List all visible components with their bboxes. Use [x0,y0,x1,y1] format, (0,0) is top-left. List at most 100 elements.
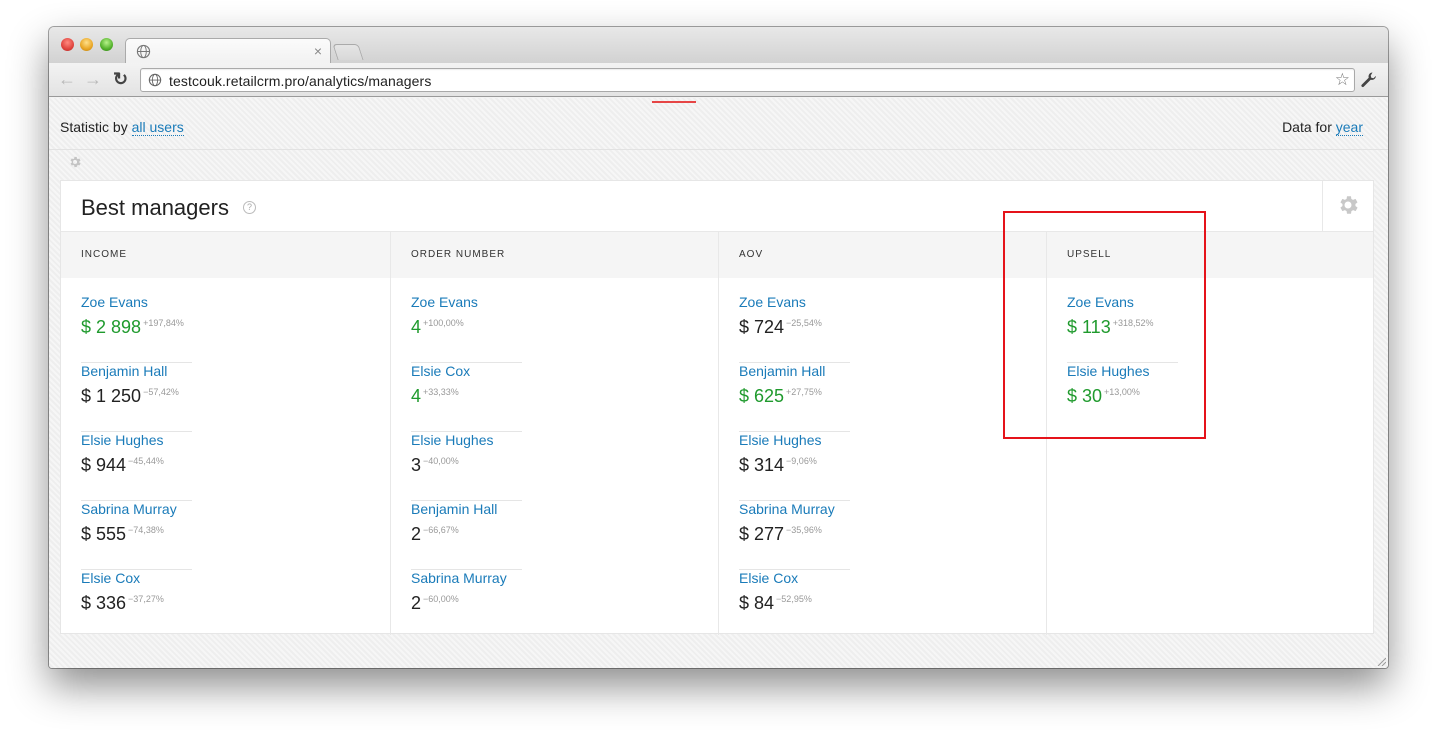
panel-title: Best managers [81,195,229,220]
income-column: INCOME Zoe Evans $ 2 898 +197,84% Benjamin … [61,231,390,635]
change-percent: −74,38% [128,525,164,535]
page-globe-icon [148,73,162,87]
metric-value-row: $ 1 250 −57,42% [81,386,179,407]
new-tab-button[interactable] [332,44,364,60]
address-bar[interactable]: testcouk.retailcrm.pro/analytics/manager… [140,68,1355,92]
manager-name-link[interactable]: Sabrina Murray [739,501,835,517]
manager-name-link[interactable]: Sabrina Murray [81,501,177,517]
manager-entry: Elsie Cox 4 +33,33% [411,363,522,432]
reload-icon[interactable]: ↻ [113,70,128,88]
manager-name-link[interactable]: Elsie Cox [739,570,798,586]
change-percent: −35,96% [786,525,822,535]
resize-grip-icon[interactable] [1376,656,1386,666]
panel-settings-button[interactable] [1322,181,1373,231]
zoom-window-button[interactable] [100,38,113,51]
metric-value: 4 [411,317,422,337]
order-number-column: ORDER NUMBER Zoe Evans 4 +100,00% Elsie Cox… [390,231,718,635]
manager-name-link[interactable]: Zoe Evans [81,294,148,310]
metric-value: $ 555 [81,524,127,544]
manager-entry: Elsie Hughes $ 314 −9,06% [739,432,850,501]
metric-value-row: $ 30 +13,00% [1067,386,1140,407]
bookmark-star-icon[interactable]: ☆ [1335,70,1350,90]
best-managers-panel: Best managers ? INCOME Zoe Evans $ 2 898 +… [60,180,1374,635]
metric-value: $ 314 [739,455,785,475]
wrench-icon[interactable] [1360,71,1378,89]
change-percent: +13,00% [1104,387,1140,397]
metric-value-row: $ 724 −25,54% [739,317,822,338]
manager-entry: Zoe Evans $ 724 −25,54% [739,294,850,363]
manager-name-link[interactable]: Benjamin Hall [739,363,825,379]
statistic-by-filter: Statistic by all users [60,119,184,136]
gear-icon [1340,196,1358,214]
manager-entry: Benjamin Hall 2 −66,67% [411,501,522,570]
manager-name-link[interactable]: Benjamin Hall [411,501,497,517]
manager-entry: Sabrina Murray $ 555 −74,38% [81,501,192,570]
manager-entry: Sabrina Murray 2 −60,00% [411,570,522,639]
manager-list: Zoe Evans $ 113 +318,52% Elsie Hughes $ 30 +1… [1067,294,1178,432]
column-title: INCOME [81,249,127,260]
metric-value-row: $ 2 898 +197,84% [81,317,184,338]
manager-name-link[interactable]: Zoe Evans [739,294,806,310]
column-title: AOV [739,249,764,260]
column-title: ORDER NUMBER [411,249,506,260]
globe-icon [136,44,151,59]
metric-value-row: 3 −40,00% [411,455,459,476]
url-text[interactable]: testcouk.retailcrm.pro/analytics/manager… [169,73,431,89]
metric-value-row: $ 555 −74,38% [81,524,164,545]
change-percent: +318,52% [1112,318,1154,328]
manager-entry: Benjamin Hall $ 1 250 −57,42% [81,363,192,432]
metric-value-row: 2 −66,67% [411,524,459,545]
change-percent: +27,75% [786,387,822,397]
manager-entry: Elsie Hughes 3 −40,00% [411,432,522,501]
manager-entry: Zoe Evans 4 +100,00% [411,294,522,363]
metric-value: $ 277 [739,524,785,544]
upsell-column: UPSELL Zoe Evans $ 113 +318,52% Elsie Hughe… [1046,231,1374,635]
all-users-link[interactable]: all users [131,119,184,136]
metric-value-row: $ 625 +27,75% [739,386,822,407]
tab-close-icon[interactable]: × [314,42,322,60]
help-icon[interactable]: ? [243,201,256,214]
metric-value-row: $ 277 −35,96% [739,524,822,545]
data-period-filter: Data for year [1282,119,1363,136]
forward-arrow-icon[interactable]: → [84,70,102,88]
back-arrow-icon[interactable]: ← [58,70,76,88]
manager-name-link[interactable]: Elsie Hughes [81,432,164,448]
metric-value: $ 944 [81,455,127,475]
manager-name-link[interactable]: Sabrina Murray [411,570,507,586]
change-percent: −45,44% [128,456,164,466]
change-percent: +100,00% [423,318,464,328]
browser-window: × ← → ↻ testcouk.retailcrm.pro/analytics… [49,27,1388,668]
change-percent: −52,95% [776,594,812,604]
manager-entry: Zoe Evans $ 2 898 +197,84% [81,294,192,363]
manager-name-link[interactable]: Elsie Hughes [739,432,822,448]
manager-entry: Zoe Evans $ 113 +318,52% [1067,294,1178,363]
statistic-by-label: Statistic by [60,119,132,135]
minimize-window-button[interactable] [80,38,93,51]
manager-name-link[interactable]: Elsie Hughes [1067,363,1150,379]
settings-gear-icon[interactable] [68,155,82,169]
metric-value: $ 2 898 [81,317,142,337]
metric-value-row: 4 +33,33% [411,386,459,407]
metric-value-row: 2 −60,00% [411,593,459,614]
manager-name-link[interactable]: Elsie Cox [81,570,140,586]
page-content: Statistic by all users Data for year Bes… [49,98,1388,668]
metric-value: $ 113 [1067,317,1111,337]
manager-name-link[interactable]: Zoe Evans [1067,294,1134,310]
browser-tab[interactable]: × [125,38,331,64]
change-percent: +197,84% [143,318,184,328]
year-link[interactable]: year [1335,119,1363,136]
metric-value-row: $ 84 −52,95% [739,593,812,614]
change-percent: −40,00% [423,456,459,466]
metric-value: 2 [411,524,422,544]
change-percent: −66,67% [423,525,459,535]
manager-name-link[interactable]: Elsie Hughes [411,432,494,448]
metric-value-row: $ 314 −9,06% [739,455,817,476]
manager-name-link[interactable]: Zoe Evans [411,294,478,310]
manager-name-link[interactable]: Benjamin Hall [81,363,167,379]
change-percent: −9,06% [786,456,817,466]
close-window-button[interactable] [61,38,74,51]
stats-filter-bar: Statistic by all users Data for year [49,98,1388,150]
metric-value: $ 30 [1067,386,1103,406]
manager-list: Zoe Evans $ 724 −25,54% Benjamin Hall $ 625 +… [739,294,850,639]
manager-name-link[interactable]: Elsie Cox [411,363,470,379]
